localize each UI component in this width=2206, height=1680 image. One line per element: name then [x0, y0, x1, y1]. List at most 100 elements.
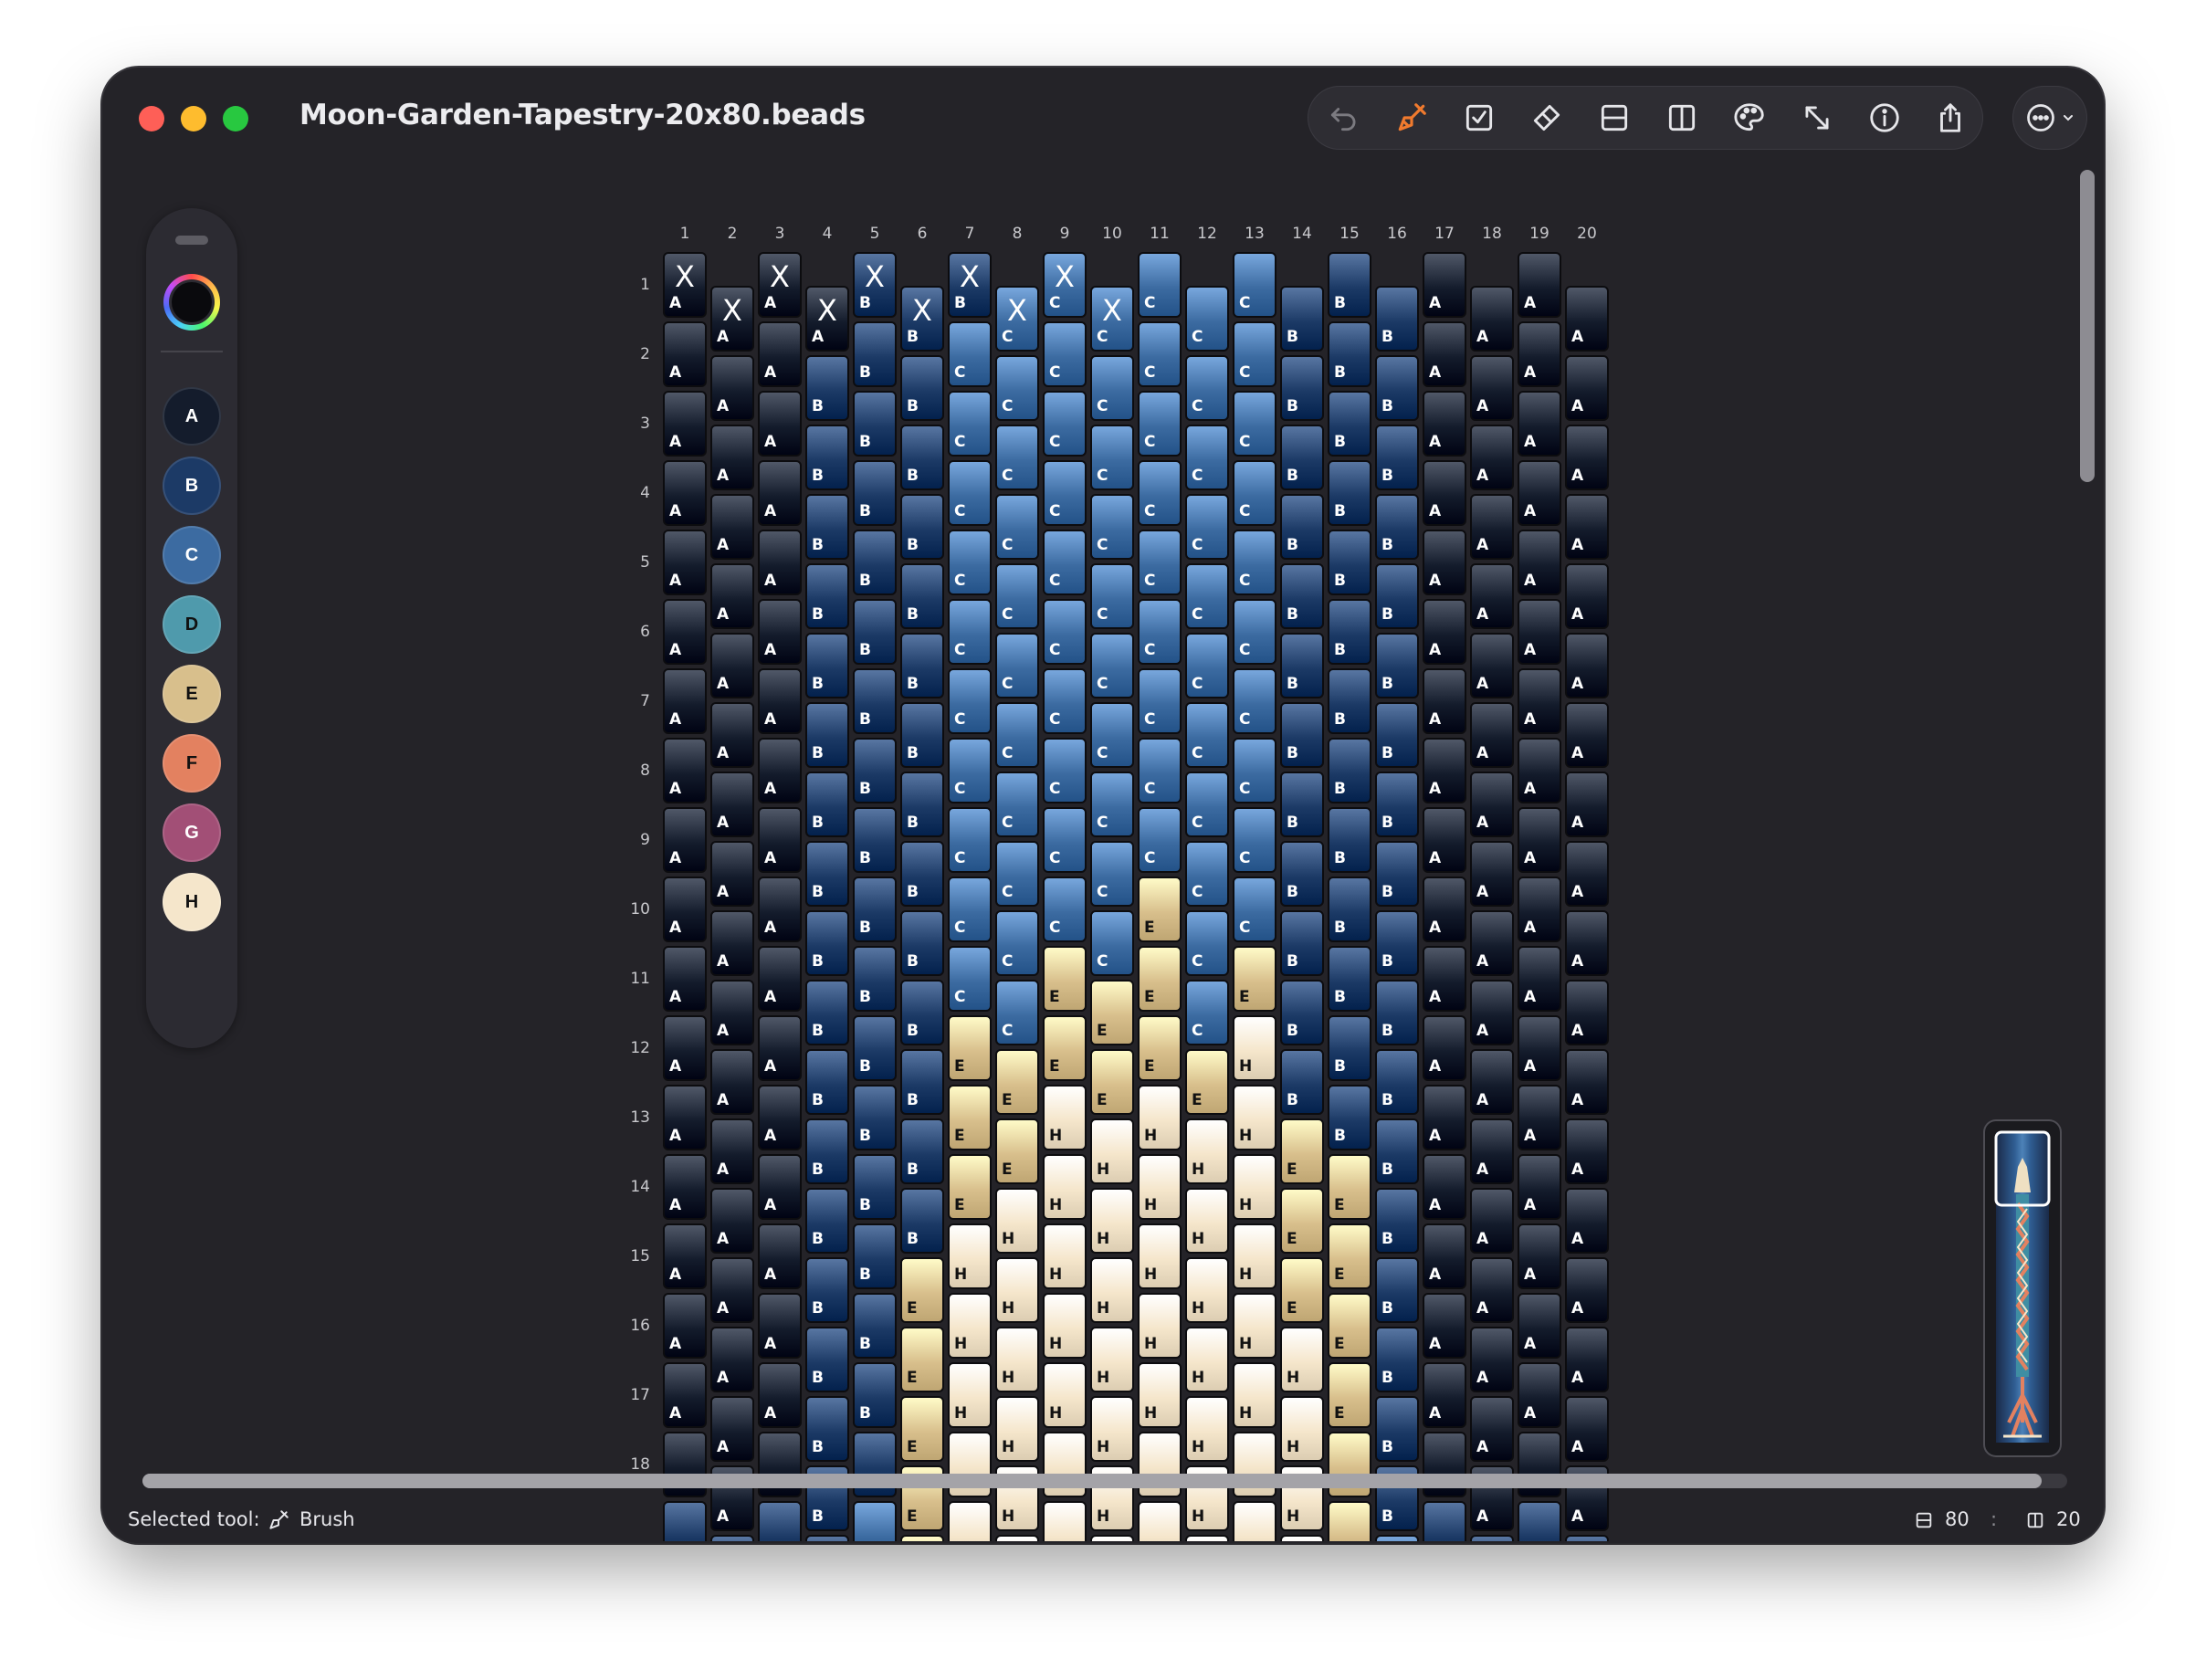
bead[interactable]: A [758, 599, 802, 665]
bead[interactable]: B [1280, 633, 1324, 698]
bead[interactable]: A [1423, 599, 1466, 665]
bead[interactable]: A [1423, 1223, 1466, 1289]
bead[interactable]: A [758, 946, 802, 1012]
bead[interactable]: A [1470, 1118, 1514, 1184]
bead[interactable]: A [1565, 1396, 1609, 1462]
bead[interactable]: C [1043, 391, 1087, 457]
bead[interactable]: E [948, 1154, 992, 1220]
bead[interactable]: C [1090, 702, 1134, 768]
bead[interactable]: H [1138, 1293, 1182, 1359]
bead[interactable]: C [1138, 252, 1182, 318]
bead[interactable]: A [1470, 772, 1514, 837]
bead[interactable]: H [1043, 1085, 1087, 1150]
bead[interactable]: A [663, 1085, 707, 1150]
bead[interactable]: A [710, 841, 754, 907]
bead[interactable]: B [900, 841, 944, 907]
bead[interactable]: B [900, 355, 944, 421]
bead[interactable]: H [1138, 1085, 1182, 1150]
bead[interactable]: C [1233, 460, 1276, 526]
bead[interactable]: A [710, 633, 754, 698]
bead-canvas[interactable]: 1 2 3 4 5 6 7 8 9 10 11 12 13 14 15 16 17 18 19 20 12345678… [102, 68, 2104, 1543]
bead[interactable]: E [1328, 1293, 1371, 1359]
bead[interactable]: B [1375, 355, 1419, 421]
bead[interactable]: E [1090, 1049, 1134, 1115]
bead[interactable]: B [900, 1049, 944, 1115]
bead[interactable]: E [995, 1118, 1039, 1184]
bead[interactable]: E [1328, 1223, 1371, 1289]
bead[interactable]: A [663, 1223, 707, 1289]
bead[interactable]: A [710, 494, 754, 560]
bead[interactable]: C [1043, 738, 1087, 803]
bead[interactable]: H [1185, 1396, 1229, 1462]
bead[interactable]: A [663, 321, 707, 387]
bead[interactable]: A [1470, 494, 1514, 560]
bead[interactable]: B [900, 425, 944, 490]
bead[interactable]: B [1328, 1085, 1371, 1150]
bead[interactable]: C [1138, 460, 1182, 526]
bead[interactable]: B [805, 494, 849, 560]
bead[interactable]: C [1043, 599, 1087, 665]
bead[interactable]: A [1470, 1257, 1514, 1323]
bead[interactable]: B [1328, 321, 1371, 387]
bead[interactable]: B [1280, 425, 1324, 490]
bead[interactable]: H [1090, 1257, 1134, 1323]
bead[interactable]: A [1470, 1396, 1514, 1462]
bead[interactable]: A [758, 807, 802, 873]
bead[interactable]: H [1043, 1154, 1087, 1220]
bead[interactable]: A [1423, 668, 1466, 734]
bead[interactable]: A [1470, 425, 1514, 490]
bead[interactable]: C [1185, 772, 1229, 837]
bead[interactable]: B [1375, 772, 1419, 837]
bead[interactable]: A [1565, 494, 1609, 560]
bead[interactable]: A [1565, 286, 1609, 352]
bead[interactable]: A [1565, 910, 1609, 976]
bead[interactable]: XB [948, 252, 992, 318]
horizontal-scrollbar[interactable] [142, 1474, 2067, 1488]
bead[interactable]: B [805, 1327, 849, 1392]
bead[interactable]: B [1375, 425, 1419, 490]
bead[interactable]: H [1090, 1118, 1134, 1184]
bead[interactable]: H [948, 1362, 992, 1428]
bead[interactable]: A [1565, 772, 1609, 837]
bead[interactable]: A [758, 1293, 802, 1359]
bead[interactable]: C [1138, 321, 1182, 387]
bead[interactable]: XA [663, 252, 707, 318]
bead[interactable]: B [853, 530, 897, 595]
bead[interactable]: B [805, 1049, 849, 1115]
bead[interactable]: A [1470, 1327, 1514, 1392]
bead[interactable]: A [710, 1396, 754, 1462]
vertical-scroll-thumb[interactable] [2080, 170, 2095, 482]
bead[interactable]: B [900, 1118, 944, 1184]
bead[interactable]: B [853, 668, 897, 734]
bead[interactable]: A [663, 668, 707, 734]
bead[interactable]: A [1423, 1362, 1466, 1428]
bead[interactable]: C [1043, 877, 1087, 942]
bead[interactable]: XB [853, 252, 897, 318]
bead[interactable]: H [1185, 1118, 1229, 1184]
bead[interactable]: A [663, 1293, 707, 1359]
bead[interactable]: A [1423, 738, 1466, 803]
bead[interactable]: C [1185, 702, 1229, 768]
bead[interactable]: H [1233, 1154, 1276, 1220]
bead[interactable]: A [1423, 252, 1466, 318]
bead[interactable]: B [1280, 494, 1324, 560]
bead[interactable]: C [995, 355, 1039, 421]
bead[interactable]: B [900, 910, 944, 976]
bead[interactable]: A [1423, 530, 1466, 595]
bead[interactable]: B [1280, 355, 1324, 421]
bead[interactable]: H [1138, 1154, 1182, 1220]
bead[interactable]: B [1375, 841, 1419, 907]
bead[interactable]: A [758, 530, 802, 595]
bead[interactable]: A [1518, 460, 1561, 526]
bead[interactable]: H [1090, 1327, 1134, 1392]
bead[interactable]: A [1518, 946, 1561, 1012]
bead[interactable]: A [710, 702, 754, 768]
bead[interactable]: B [805, 1396, 849, 1462]
bead[interactable]: A [1518, 877, 1561, 942]
bead[interactable]: XA [710, 286, 754, 352]
bead[interactable]: C [1185, 563, 1229, 629]
bead[interactable]: A [1518, 1223, 1561, 1289]
bead[interactable]: B [853, 807, 897, 873]
bead[interactable]: A [1565, 1049, 1609, 1115]
bead[interactable]: C [1233, 738, 1276, 803]
